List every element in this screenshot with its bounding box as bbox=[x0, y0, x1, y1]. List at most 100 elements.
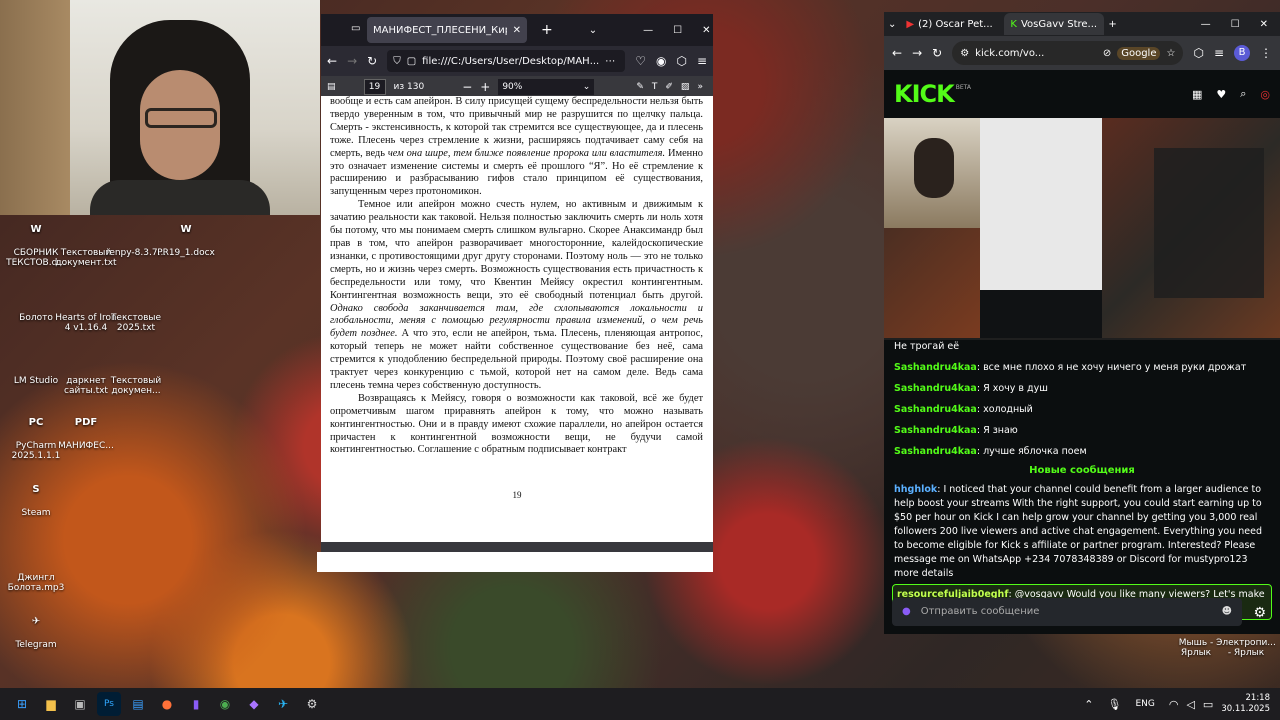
forward-icon[interactable]: → bbox=[912, 46, 922, 60]
pocket-icon[interactable]: ♡ bbox=[635, 54, 646, 68]
calendar-icon[interactable]: ▦ bbox=[1192, 88, 1202, 101]
desktop-icon-label: PR19_1.docx bbox=[157, 248, 215, 258]
paragraph: Возвращаясь к Мейясу, говоря о возможнос… bbox=[330, 392, 703, 456]
settings-icon[interactable]: ⚙ bbox=[300, 692, 324, 716]
file-icon: ▢ bbox=[406, 55, 417, 67]
chrome-tab-bar: ⌄ ▶ (2) Oscar Pet... K VosGavv Stre... + —… bbox=[884, 12, 1280, 36]
minimize-icon[interactable]: — bbox=[643, 25, 653, 36]
tab-oscar[interactable]: ▶ (2) Oscar Pet... bbox=[900, 13, 1000, 35]
file-icon: PDF bbox=[74, 417, 98, 428]
tab-list-icon[interactable]: ▭ bbox=[351, 23, 360, 34]
profile-avatar[interactable]: B bbox=[1234, 45, 1250, 61]
chat-input[interactable]: ● Отправить сообщение ☻ bbox=[892, 598, 1242, 626]
close-icon[interactable]: ✕ bbox=[1260, 19, 1268, 30]
kick-icon: K bbox=[1010, 18, 1017, 30]
avatar[interactable]: ◎ bbox=[1260, 88, 1270, 101]
url-text: file:///C:/Users/User/Desktop/МАН... bbox=[422, 55, 600, 67]
extensions-icon[interactable]: ⬡ bbox=[1193, 46, 1203, 60]
reload-icon[interactable]: ↻ bbox=[367, 54, 377, 68]
pdf-toolbar: ▤ 19 из 130 − + 90% ⌄ ✎ T ✐ ▨ » bbox=[321, 76, 713, 98]
account-icon[interactable]: ◉ bbox=[656, 54, 666, 68]
heart-icon[interactable]: ♥ bbox=[1216, 88, 1226, 101]
paragraph: Темное или апейрон можно счесть нулем, н… bbox=[330, 199, 703, 391]
google-chip[interactable]: Google bbox=[1117, 46, 1161, 60]
desktop-icon[interactable]: ✈ Telegram bbox=[4, 607, 68, 650]
chrome-icon[interactable]: ◉ bbox=[213, 692, 237, 716]
desktop-icon[interactable]: W PR19_1.docx bbox=[154, 215, 218, 258]
notepad-icon[interactable]: ▤ bbox=[126, 692, 150, 716]
forward-icon[interactable]: → bbox=[347, 54, 357, 68]
stream-video[interactable] bbox=[884, 118, 1280, 338]
zoom-select[interactable]: 90% ⌄ bbox=[498, 79, 595, 95]
volume-icon[interactable]: ◁ bbox=[1186, 698, 1194, 711]
mic-icon[interactable]: 🎙 bbox=[1107, 698, 1121, 711]
site-info-icon[interactable]: ⚙ bbox=[960, 48, 969, 59]
extensions-icon[interactable]: ⬡ bbox=[676, 54, 686, 68]
sidebar-toggle-icon[interactable]: ▤ bbox=[327, 82, 336, 92]
firefox-icon[interactable]: ● bbox=[155, 692, 179, 716]
tab-vosgavv[interactable]: K VosGavv Stre... bbox=[1004, 13, 1105, 35]
maximize-icon[interactable]: ☐ bbox=[673, 25, 682, 36]
minimize-icon[interactable]: — bbox=[1201, 19, 1211, 30]
desktop-icon[interactable]: Текстовые 2025.txt bbox=[104, 280, 168, 333]
file-icon: W bbox=[180, 224, 192, 235]
battery-icon[interactable]: ▭ bbox=[1203, 698, 1213, 711]
menu-icon[interactable]: ≡ bbox=[697, 54, 707, 68]
file-icon bbox=[121, 343, 151, 373]
settings-icon[interactable]: ⚙ bbox=[1253, 606, 1266, 620]
new-tab-icon[interactable]: + bbox=[1108, 19, 1116, 30]
maximize-icon[interactable]: ☐ bbox=[1231, 19, 1240, 30]
language-indicator[interactable]: ENG bbox=[1135, 699, 1154, 709]
menu-icon[interactable]: ⋮ bbox=[1260, 46, 1272, 60]
reload-icon[interactable]: ↻ bbox=[932, 46, 942, 60]
desktop-icon-label: Текстовый докумен... bbox=[110, 376, 162, 396]
back-icon[interactable]: ← bbox=[892, 46, 902, 60]
mute-icon[interactable]: ⊘ bbox=[1103, 48, 1111, 59]
telegram-icon[interactable]: ✈ bbox=[271, 692, 295, 716]
tray-chevron-icon[interactable]: ⌃ bbox=[1084, 698, 1093, 711]
app-purple-icon[interactable]: ▮ bbox=[184, 692, 208, 716]
emoji-icon[interactable]: ☻ bbox=[1222, 605, 1232, 619]
page-number-input[interactable]: 19 bbox=[363, 79, 386, 95]
media-icon[interactable]: ≡ bbox=[1214, 46, 1224, 60]
close-tab-icon[interactable]: ✕ bbox=[513, 25, 521, 36]
file-icon: W bbox=[30, 224, 42, 235]
app-icon[interactable]: ▣ bbox=[68, 692, 92, 716]
desktop-icon[interactable]: PDF МАНИФЕС... bbox=[54, 408, 118, 451]
file-icon bbox=[121, 280, 151, 310]
draw-icon[interactable]: ✐ bbox=[665, 82, 673, 92]
address-bar[interactable]: ⛉ ▢ file:///C:/Users/User/Desktop/МАН...… bbox=[387, 50, 626, 72]
chat-message: Sashandru4kaa: холодный bbox=[894, 404, 1033, 415]
chevron-down-icon[interactable]: ⌄ bbox=[589, 25, 597, 36]
back-icon[interactable]: ← bbox=[327, 54, 337, 68]
pdf-tab[interactable]: МАНИФЕСТ_ПЛЕСЕНИ_Кирилл_Н... ✕ bbox=[367, 17, 527, 43]
more-tools-icon[interactable]: » bbox=[697, 82, 703, 92]
explorer-icon[interactable]: ▆ bbox=[39, 692, 63, 716]
chat-message: Sashandru4kaa: Я хочу в душ bbox=[894, 383, 1048, 394]
visual-studio-icon[interactable]: ◆ bbox=[242, 692, 266, 716]
photoshop-icon[interactable]: Ps bbox=[97, 692, 121, 716]
zoom-in-icon[interactable]: + bbox=[480, 80, 490, 94]
search-icon[interactable]: ⌕ bbox=[1240, 87, 1246, 101]
start-icon[interactable]: ⊞ bbox=[10, 692, 34, 716]
close-icon[interactable]: ✕ bbox=[702, 25, 710, 36]
star-icon[interactable]: ☆ bbox=[1166, 48, 1175, 59]
address-bar[interactable]: ⚙ kick.com/vo... ⊘ Google ☆ bbox=[952, 41, 1184, 65]
text-icon[interactable]: T bbox=[652, 82, 658, 92]
wifi-icon[interactable]: ◠ bbox=[1169, 698, 1179, 711]
clock[interactable]: 21:18 30.11.2025 bbox=[1221, 693, 1270, 715]
new-tab-icon[interactable]: + bbox=[541, 22, 553, 38]
pdf-tab-bar: ▭ МАНИФЕСТ_ПЛЕСЕНИ_Кирилл_Н... ✕ + ⌄ — ☐… bbox=[321, 14, 713, 46]
zoom-out-icon[interactable]: − bbox=[462, 80, 472, 94]
image-icon[interactable]: ▨ bbox=[681, 82, 690, 92]
chat-panel: Не трогай её Sashandru4kaa: все мне плох… bbox=[884, 340, 1280, 634]
kick-logo[interactable]: KICK bbox=[894, 80, 955, 108]
desktop-icon-electro[interactable]: Электропи... - Ярлык bbox=[1214, 638, 1278, 658]
highlight-icon[interactable]: ✎ bbox=[636, 82, 644, 92]
desktop-icon[interactable]: Джингл Болота.mp3 bbox=[4, 540, 68, 593]
desktop-icon[interactable]: S Steam bbox=[4, 475, 68, 518]
chat-message: Sashandru4kaa: все мне плохо я не хочу н… bbox=[894, 362, 1247, 373]
more-icon[interactable]: ⋯ bbox=[605, 56, 615, 67]
tab-search-icon[interactable]: ⌄ bbox=[888, 19, 896, 30]
desktop-icon[interactable]: Текстовый докумен... bbox=[104, 343, 168, 396]
